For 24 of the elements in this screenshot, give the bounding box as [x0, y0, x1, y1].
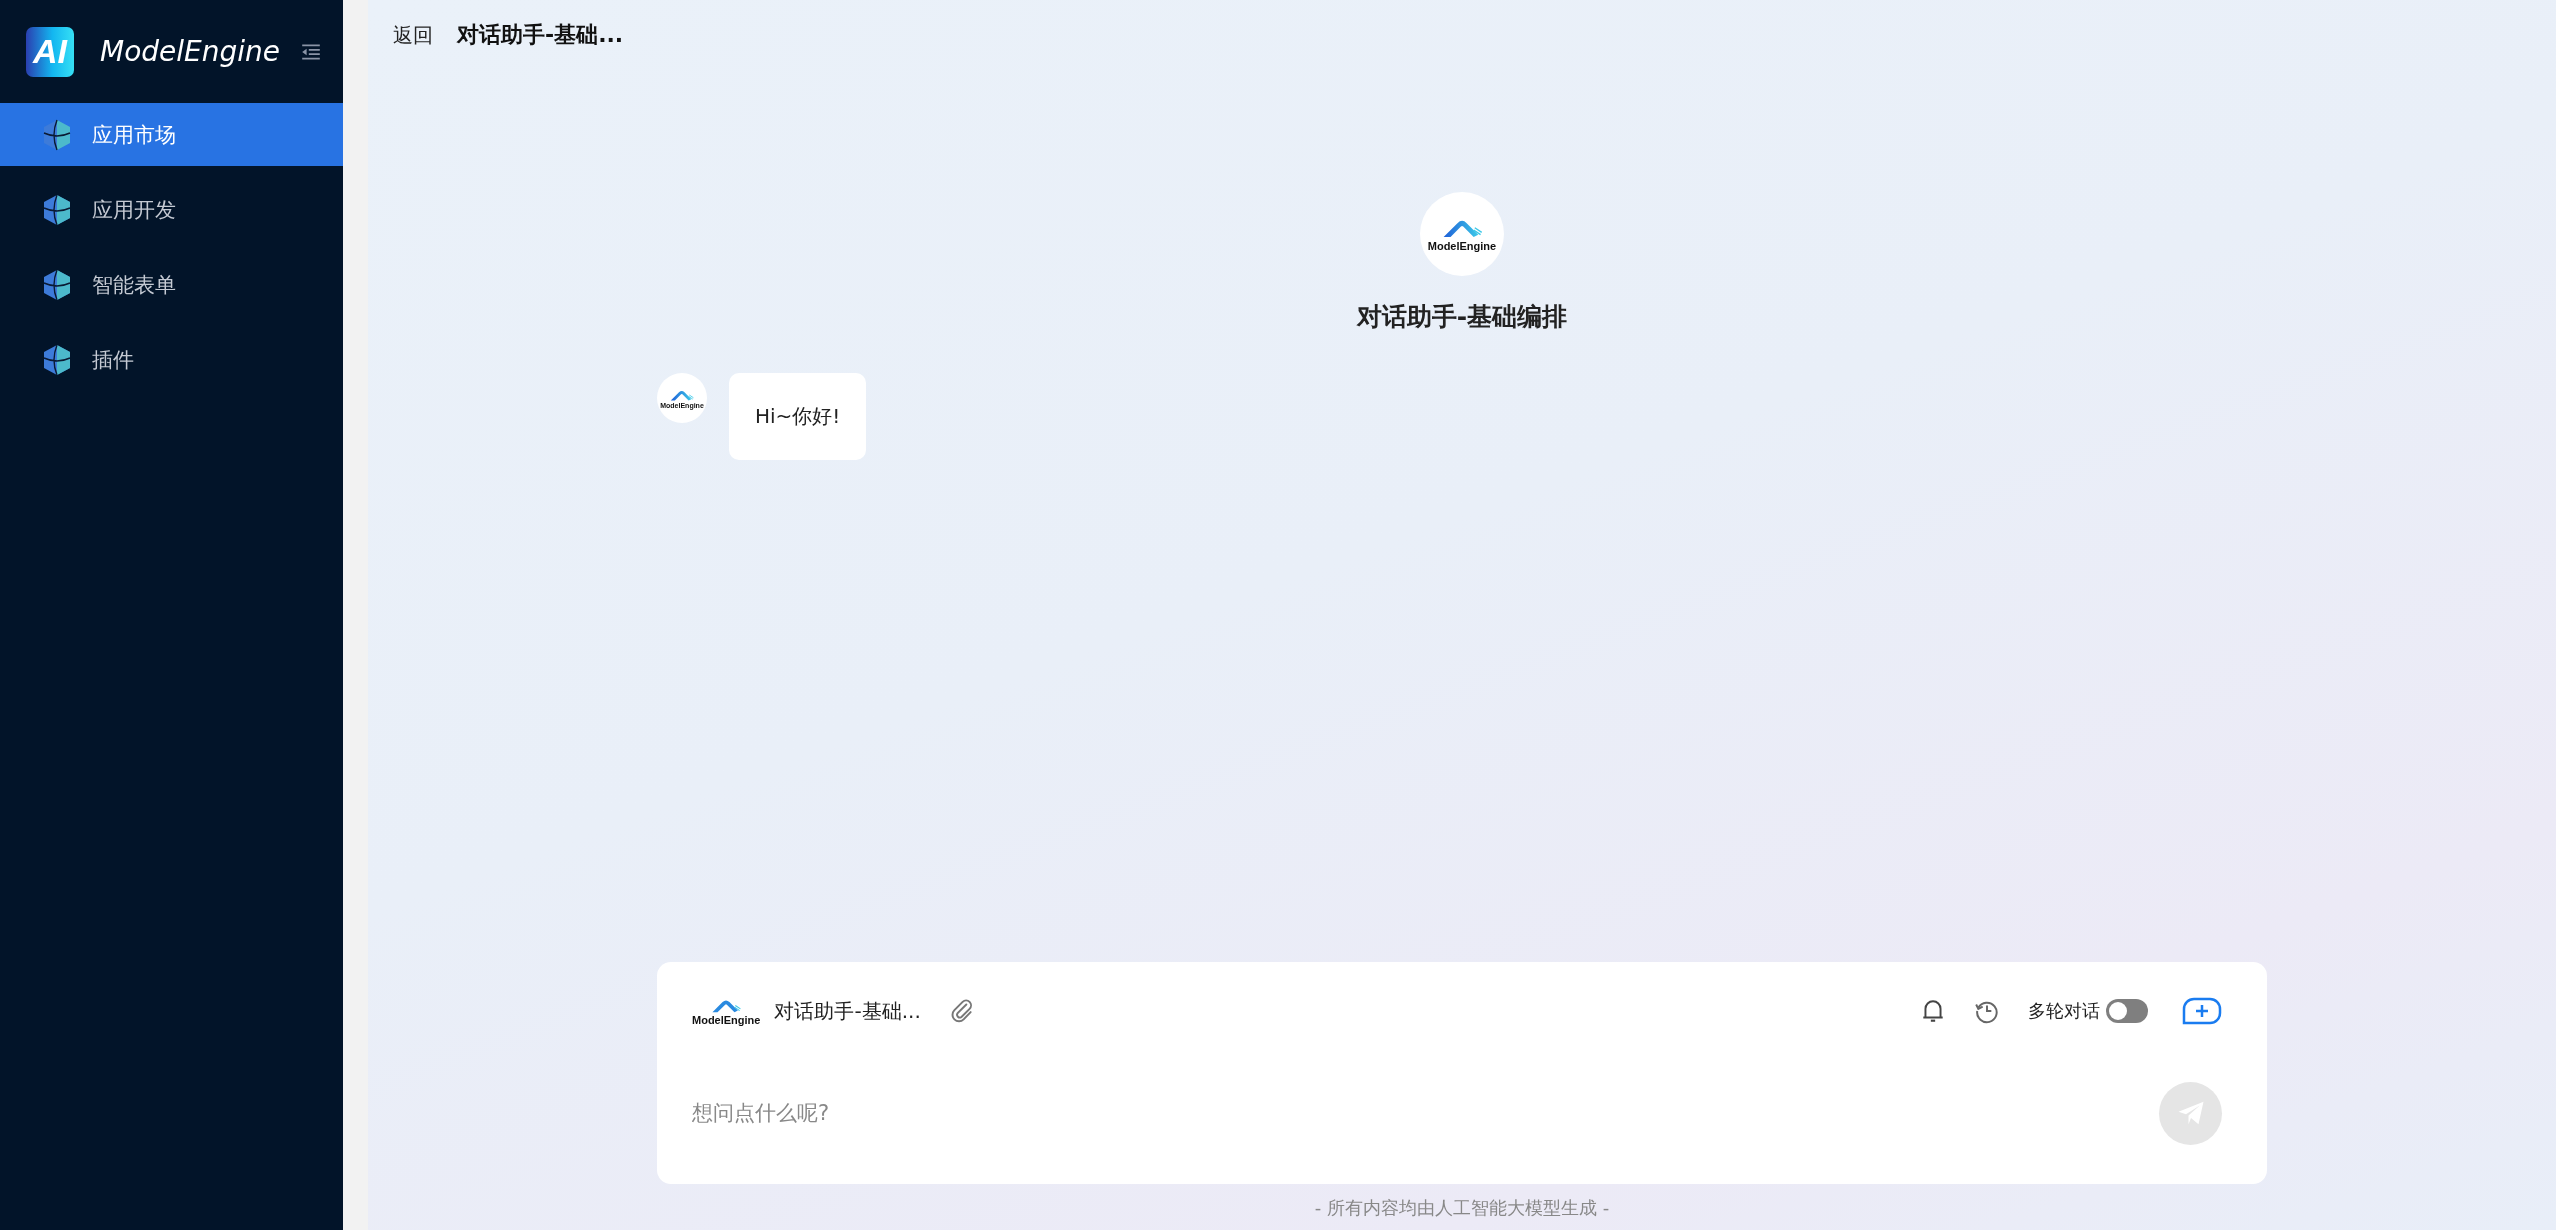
app-logo: AI [26, 26, 74, 77]
page-title: 对话助手-基础... [457, 21, 624, 49]
new-chat-icon[interactable] [2182, 997, 2222, 1025]
question-input-field[interactable]: 想问点什么呢? [692, 1097, 2159, 1129]
disclaimer-text: - 所有内容均由人工智能大模型生成 - [1314, 1196, 1610, 1220]
sidebar-item[interactable]: 插件 [0, 328, 343, 391]
app-name: 对话助手-基础编排 [1356, 301, 1568, 333]
multi-turn-label: 多轮对话 [2028, 999, 2100, 1023]
app-logo-avatar: ModelEngine [1420, 192, 1504, 276]
cube-icon [42, 268, 72, 301]
message-bubble: Hi~你好! [729, 373, 867, 460]
app-name[interactable]: 对话助手-基础... [774, 997, 921, 1025]
multi-turn-toggle[interactable] [2106, 999, 2148, 1023]
app-logo: ModelEngine [692, 996, 761, 1026]
collapse-menu-icon[interactable] [300, 42, 323, 61]
cube-icon [42, 193, 72, 226]
sidebar-item[interactable]: 应用市场 [0, 103, 343, 166]
sidebar-item[interactable]: 智能表单 [0, 253, 343, 316]
sidebar-item[interactable]: 应用开发 [0, 178, 343, 241]
back-link[interactable]: 返回 [393, 21, 433, 49]
brand-name: ModelEngine [100, 35, 281, 68]
cube-icon [42, 343, 72, 376]
cube-icon [42, 118, 72, 151]
bell-icon[interactable] [1920, 997, 1946, 1025]
